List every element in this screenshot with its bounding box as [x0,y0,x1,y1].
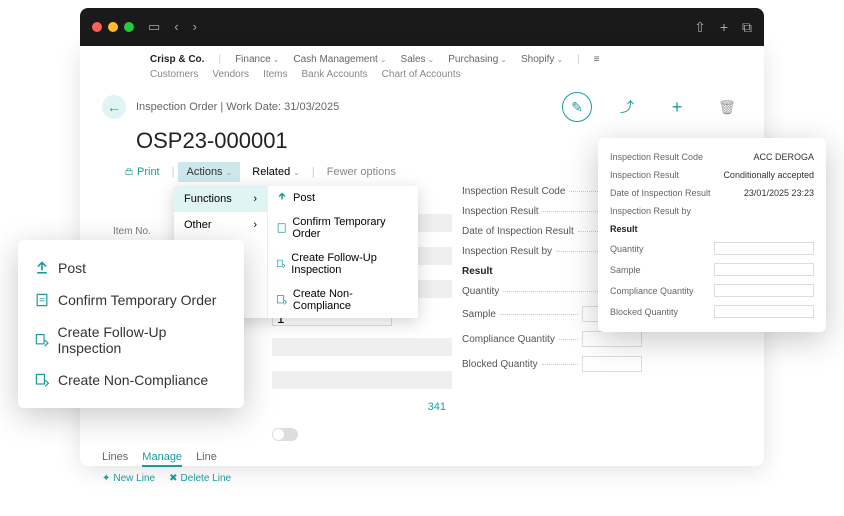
top-navigation: Crisp & Co. | Finance⌄ Cash Management⌄ … [80,46,764,84]
dd-noncomp[interactable]: Create Non-Compliance [268,282,418,318]
pd-qty-inp[interactable] [714,242,814,255]
share-icon[interactable]: ⤴ [612,92,642,122]
subnav-bank[interactable]: Bank Accounts [302,69,368,80]
pd-result-b: Result [610,224,638,234]
delete-icon[interactable]: 🗑 [712,92,742,122]
value-341: 341 [272,401,452,413]
input-block-4[interactable] [272,338,452,356]
pm-followup[interactable]: Create Follow-Up Inspection [34,316,228,364]
upload-icon[interactable]: ⇧ [694,19,706,36]
window-controls [92,22,134,32]
pd-by-lbl: Inspection Result by [610,206,691,216]
nav-cash[interactable]: Cash Management⌄ [293,54,386,65]
pm-confirm[interactable]: Confirm Temporary Order [34,284,228,316]
new-line-button[interactable]: ✦New Line [102,473,155,484]
input-block-5[interactable] [272,371,452,389]
pd-result-lbl: Inspection Result [610,170,679,180]
tab-lines[interactable]: Lines [102,451,128,467]
tabs-icon[interactable]: ⧉ [742,19,752,36]
actions-menu[interactable]: Actions ⌄ [178,162,240,182]
dd-followup[interactable]: Create Follow-Up Inspection [268,246,418,282]
lbl-by: Inspection Result by [462,246,552,257]
minimize-dot[interactable] [108,22,118,32]
close-dot[interactable] [92,22,102,32]
pd-blocked-lbl: Blocked Quantity [610,307,678,317]
nav-finance[interactable]: Finance⌄ [235,54,279,65]
breadcrumb: Inspection Order | Work Date: 31/03/2025 [136,101,339,113]
pm-post[interactable]: Post [34,252,228,284]
subnav-vendors[interactable]: Vendors [212,69,249,80]
inp-comp[interactable] [582,331,642,347]
sub-tabs: Lines Manage Line [102,451,742,467]
dd-post[interactable]: Post [268,186,418,210]
tab-manage[interactable]: Manage [142,451,182,467]
pd-sample-lbl: Sample [610,265,641,275]
lbl-date: Date of Inspection Result [462,226,574,237]
lbl-code: Inspection Result Code [462,186,565,197]
nav-more[interactable]: ≡ [594,54,600,65]
nav-back-icon[interactable]: ‹ [174,19,178,35]
brand-name[interactable]: Crisp & Co. [150,54,204,65]
pm-noncomp[interactable]: Create Non-Compliance [34,364,228,396]
pd-date-lbl: Date of Inspection Result [610,188,711,198]
pd-blocked-inp[interactable] [714,305,814,318]
nav-purchasing[interactable]: Purchasing⌄ [448,54,507,65]
pd-comp-inp[interactable] [714,284,814,297]
pd-sample-inp[interactable] [714,263,814,276]
maximize-dot[interactable] [124,22,134,32]
lbl-result-b: Result [462,266,493,277]
edit-icon[interactable]: ✎ [562,92,592,122]
related-menu[interactable]: Related ⌄ [244,162,308,182]
tab-line[interactable]: Line [196,451,217,467]
lbl-qty: Quantity [462,286,499,297]
toggle-switch[interactable] [272,428,298,441]
delete-line-button[interactable]: ✖Delete Line [169,473,231,484]
pd-code-lbl: Inspection Result Code [610,152,703,162]
pd-qty-lbl: Quantity [610,244,644,254]
nav-shopify[interactable]: Shopify⌄ [521,54,563,65]
add-icon[interactable]: + [662,92,692,122]
detail-popout: Inspection Result Code ACC DEROGA Inspect… [598,138,826,332]
lbl-sample: Sample [462,309,496,320]
dd-functions[interactable]: Functions› [174,186,267,212]
sidebar-icon[interactable]: ▭ [148,19,160,35]
pd-result-val: Conditionally accepted [723,170,814,180]
back-button[interactable]: ← [102,95,126,119]
actions-popout: Post Confirm Temporary Order Create Foll… [18,240,244,408]
pd-date-val: 23/01/2025 23:23 [744,188,814,198]
subnav-customers[interactable]: Customers [150,69,198,80]
add-tab-icon[interactable]: + [720,19,728,36]
fewer-options[interactable]: Fewer options [319,162,404,182]
nav-sales[interactable]: Sales⌄ [401,54,435,65]
dd-other[interactable]: Other› [174,212,267,238]
pd-code-val: ACC DEROGA [753,152,814,162]
lbl-blocked: Blocked Quantity [462,359,538,370]
nav-fwd-icon[interactable]: › [193,19,197,35]
pd-comp-lbl: Compliance Quantity [610,286,694,296]
lbl-comp: Compliance Quantity [462,334,555,345]
print-button[interactable]: Print [116,162,168,182]
subnav-items[interactable]: Items [263,69,287,80]
lbl-result: Inspection Result [462,206,539,217]
dd-confirm[interactable]: Confirm Temporary Order [268,210,418,246]
macos-titlebar: ▭ ‹ › ⇧ + ⧉ [80,8,764,46]
subnav-coa[interactable]: Chart of Accounts [382,69,461,80]
inp-blocked[interactable] [582,356,642,372]
